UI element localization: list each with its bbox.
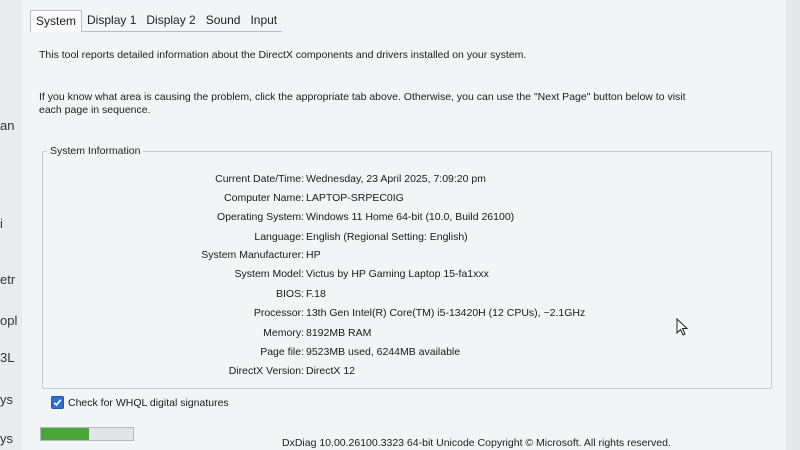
screen: an i etr opl 3L ys ys System Display 1 D…: [0, 0, 800, 450]
info-value: English (Regional Setting: English): [306, 231, 468, 243]
progress-bar: [40, 427, 134, 441]
tab-display-1[interactable]: Display 1: [82, 10, 142, 32]
info-row-page-file: Page file: 9523MB used, 6244MB available: [43, 346, 643, 360]
background-text: i: [0, 216, 3, 231]
tab-sound[interactable]: Sound: [200, 10, 246, 32]
info-row-os: Operating System: Windows 11 Home 64-bit…: [43, 211, 643, 225]
info-value: F.18: [306, 288, 326, 300]
info-row-manufacturer: System Manufacturer: HP: [43, 249, 643, 263]
info-row-language: Language: English (Regional Setting: Eng…: [43, 231, 643, 245]
info-label: DirectX Version:: [228, 365, 304, 377]
checkmark-icon: [53, 399, 62, 407]
info-label: Page file:: [260, 346, 304, 358]
info-value: Victus by HP Gaming Laptop 15-fa1xxx: [306, 268, 489, 280]
info-value: 13th Gen Intel(R) Core(TM) i5-13420H (12…: [306, 307, 586, 319]
info-label: Processor:: [253, 307, 304, 319]
background-text: ys: [0, 392, 13, 407]
info-label: Memory:: [263, 327, 304, 339]
background-text: 3L: [0, 350, 15, 365]
info-row-model: System Model: Victus by HP Gaming Laptop…: [43, 268, 643, 282]
dxdiag-window: System Display 1 Display 2 Sound Input T…: [22, 0, 786, 450]
info-row-directx: DirectX Version: DirectX 12: [43, 365, 643, 379]
progress-bar-fill: [41, 428, 89, 440]
info-row-date: Current Date/Time: Wednesday, 23 April 2…: [43, 173, 643, 187]
info-row-bios: BIOS: F.18: [43, 288, 643, 302]
tab-input[interactable]: Input: [245, 10, 283, 32]
system-information-group: System Information Current Date/Time: We…: [42, 145, 772, 389]
whql-checkbox[interactable]: [51, 396, 64, 409]
info-label: Computer Name:: [224, 192, 304, 204]
info-value: DirectX 12: [306, 365, 356, 377]
background-text: etr: [0, 272, 16, 287]
background-window-right: [785, 0, 800, 450]
info-value: Windows 11 Home 64-bit (10.0, Build 2610…: [306, 211, 515, 223]
intro-text: This tool reports detailed information a…: [39, 49, 527, 61]
info-row-computer-name: Computer Name: LAPTOP-SRPEC0IG: [43, 192, 643, 206]
whql-checkbox-row[interactable]: Check for WHQL digital signatures: [51, 396, 229, 409]
group-title: System Information: [47, 145, 144, 157]
info-label: System Model:: [234, 268, 304, 280]
info-value: LAPTOP-SRPEC0IG: [306, 192, 404, 204]
tab-system[interactable]: System: [30, 10, 83, 32]
background-text: an: [0, 118, 15, 133]
info-label: Current Date/Time:: [215, 173, 304, 185]
footer-version-text: DxDiag 10.00.26100.3323 64-bit Unicode C…: [282, 437, 671, 449]
info-row-memory: Memory: 8192MB RAM: [43, 327, 643, 341]
info-value: Wednesday, 23 April 2025, 7:09:20 pm: [306, 173, 486, 185]
background-window: [0, 0, 23, 450]
background-text: opl: [0, 313, 18, 328]
tab-bar: System Display 1 Display 2 Sound Input: [30, 10, 283, 32]
info-label: Operating System:: [217, 211, 304, 223]
info-value: 8192MB RAM: [306, 327, 372, 339]
info-value: HP: [306, 249, 321, 261]
tab-display-2[interactable]: Display 2: [141, 10, 201, 32]
info-label: Language:: [254, 231, 304, 243]
info-label: BIOS:: [275, 288, 304, 300]
mouse-pointer-icon: [676, 318, 688, 336]
instructions-text: If you know what area is causing the pro…: [39, 91, 686, 116]
info-label: System Manufacturer:: [201, 249, 304, 261]
info-value: 9523MB used, 6244MB available: [306, 346, 461, 358]
info-row-processor: Processor: 13th Gen Intel(R) Core(TM) i5…: [43, 307, 643, 321]
background-text: ys: [0, 431, 13, 446]
whql-checkbox-label: Check for WHQL digital signatures: [68, 396, 229, 409]
